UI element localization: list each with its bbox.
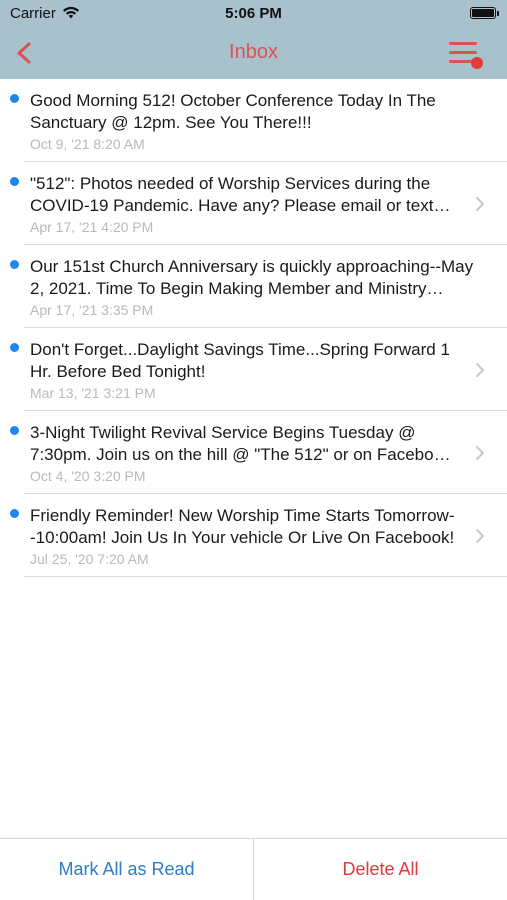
chevron-right-icon (476, 363, 484, 377)
delete-all-button[interactable]: Delete All (254, 839, 507, 900)
message-text: "512": Photos needed of Worship Services… (30, 174, 434, 215)
chevron-right-icon (476, 197, 484, 211)
page-title: Inbox (229, 41, 278, 63)
chevron-right-icon (476, 446, 484, 460)
message-date: Jul 25, '20 7:20 AM (30, 551, 149, 567)
menu-icon (449, 42, 483, 69)
chevron-right-icon (476, 529, 484, 543)
unread-dot-icon (10, 94, 19, 103)
status-bar: Carrier 5:06 PM (0, 0, 507, 28)
message-row[interactable]: Good Morning 512! October Conference Tod… (0, 79, 507, 162)
nav-bar: Inbox (0, 28, 507, 79)
message-text: Good Morning 512! October Conference Tod… (30, 91, 436, 132)
message-text: 3-Night Twilight Revival Service Begins … (30, 423, 452, 464)
unread-dot-icon (10, 177, 19, 186)
message-list: Good Morning 512! October Conference Tod… (0, 79, 507, 577)
message-date: Oct 4, '20 3:20 PM (30, 468, 146, 484)
unread-dot-icon (10, 260, 19, 269)
message-row[interactable]: "512": Photos needed of Worship Services… (0, 162, 507, 245)
unread-dot-icon (10, 343, 19, 352)
message-row[interactable]: Our 151st Church Anniversary is quickly … (0, 245, 507, 328)
message-row[interactable]: Friendly Reminder! New Worship Time Star… (0, 494, 507, 577)
message-row[interactable]: 3-Night Twilight Revival Service Begins … (0, 411, 507, 494)
unread-dot-icon (10, 426, 19, 435)
menu-button[interactable] (445, 38, 485, 72)
message-text: Don't Forget...Daylight Savings Time...S… (30, 340, 450, 381)
unread-dot-icon (10, 509, 19, 518)
message-row[interactable]: Don't Forget...Daylight Savings Time...S… (0, 328, 507, 411)
message-date: Oct 9, '21 8:20 AM (30, 136, 145, 152)
header: Carrier 5:06 PM Inbox (0, 0, 507, 79)
clock: 5:06 PM (225, 5, 282, 22)
message-date: Mar 13, '21 3:21 PM (30, 385, 156, 401)
battery-icon (470, 7, 499, 19)
message-text: Friendly Reminder! New Worship Time Star… (30, 506, 455, 547)
message-text: Our 151st Church Anniversary is quickly … (30, 257, 474, 298)
message-date: Apr 17, '21 3:35 PM (30, 302, 154, 318)
mark-all-read-button[interactable]: Mark All as Read (0, 839, 253, 900)
footer-toolbar: Mark All as Read Delete All (0, 838, 507, 900)
message-date: Apr 17, '21 4:20 PM (30, 219, 154, 235)
